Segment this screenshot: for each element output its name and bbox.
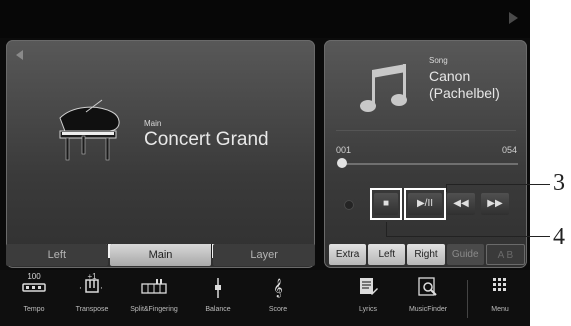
split-fingering-label: Split&Fingering <box>130 306 178 313</box>
transpose-button[interactable]: +1 · · Transpose <box>64 272 120 324</box>
treble-clef-icon: 𝄞 <box>273 280 283 297</box>
voice-panel[interactable]: Main Concert Grand <box>6 40 315 268</box>
divider <box>336 130 516 131</box>
song-position-slider-track[interactable] <box>340 163 518 165</box>
split-icon <box>126 276 182 302</box>
song-position-start: 001 <box>336 145 352 155</box>
musicfinder-button[interactable]: MusicFinder <box>400 276 456 324</box>
tempo-value: 100 <box>27 272 41 281</box>
record-icon[interactable] <box>344 200 354 210</box>
tempo-label: Tempo <box>23 306 45 313</box>
musicfinder-icon <box>400 276 456 302</box>
ab-repeat-button[interactable]: A B <box>485 244 526 265</box>
score-button[interactable]: 𝄞 Score <box>250 276 306 324</box>
callout-box-stop <box>370 188 402 220</box>
song-part-tabs: Extra Left Right Guide A B <box>329 244 526 265</box>
rewind-button[interactable]: ◀◀ <box>447 193 475 215</box>
split-fingering-button[interactable]: Split&Fingering <box>126 276 182 324</box>
lyrics-button[interactable]: Lyrics <box>340 276 396 324</box>
annotation-number: 4 <box>553 224 565 250</box>
top-bar <box>0 0 530 38</box>
song-position-end: 054 <box>501 145 517 155</box>
tempo-button[interactable]: 100 Tempo <box>6 272 62 324</box>
instrument-display: Main Concert Grand Left Main Layer Song … <box>0 0 530 326</box>
lyrics-icon <box>340 276 396 302</box>
svg-text:·: · <box>100 284 103 294</box>
grand-piano-icon <box>59 99 120 161</box>
function-bar: 100 Tempo +1 · · Transpose Split&Fingerin… <box>0 270 530 326</box>
transpose-value: +1 <box>87 272 97 281</box>
tab-extra[interactable]: Extra <box>329 244 367 265</box>
tab-left[interactable]: Left <box>6 244 108 266</box>
tab-guide[interactable]: Guide <box>446 244 484 265</box>
song-panel[interactable]: Song Canon (Pachelbel) 001 054 ■ ▶/II ◀◀… <box>324 40 527 268</box>
annotation-leader-line <box>386 222 387 236</box>
transpose-label: Transpose <box>75 306 109 313</box>
menu-button[interactable]: Menu <box>472 276 528 324</box>
balance-icon <box>190 276 246 302</box>
lyrics-label: Lyrics <box>358 306 378 313</box>
balance-button[interactable]: Balance <box>190 276 246 324</box>
score-label: Score <box>268 306 288 313</box>
tab-song-right[interactable]: Right <box>407 244 445 265</box>
voice-name: Concert Grand <box>144 129 269 150</box>
menu-grid-icon <box>472 276 528 302</box>
song-kind-label: Song <box>429 56 448 65</box>
part-tabs: Left Main Layer <box>6 244 316 266</box>
song-title: Canon (Pachelbel) <box>429 68 500 101</box>
callout-box-play-pause <box>404 188 446 220</box>
annotation-number: 3 <box>553 170 565 196</box>
music-note-icon <box>360 64 407 112</box>
song-position-slider-handle[interactable] <box>337 158 347 168</box>
annotation-leader-line <box>446 184 550 185</box>
fast-forward-button[interactable]: ▶▶ <box>481 193 509 215</box>
tab-song-left[interactable]: Left <box>368 244 406 265</box>
previous-page-arrow-icon[interactable] <box>16 50 23 60</box>
voice-kind-label: Main <box>144 119 162 128</box>
menu-label: Menu <box>491 306 509 313</box>
annotation-leader-line <box>446 184 447 192</box>
musicfinder-label: MusicFinder <box>408 306 448 313</box>
svg-text:·: · <box>79 284 82 294</box>
balance-label: Balance <box>205 306 231 313</box>
next-page-arrow-icon[interactable] <box>509 12 518 24</box>
annotation-leader-line <box>386 236 550 237</box>
divider <box>467 280 468 318</box>
tab-layer[interactable]: Layer <box>213 244 316 266</box>
tab-main[interactable]: Main <box>109 244 212 266</box>
